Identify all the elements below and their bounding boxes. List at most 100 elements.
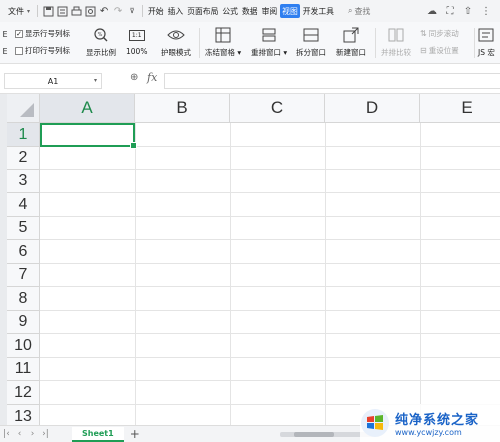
zoom-button[interactable]: % 显示比例	[86, 26, 116, 58]
tab-formulas[interactable]: 公式	[221, 4, 239, 18]
first-sheet-icon[interactable]: |‹	[0, 429, 13, 439]
export-icon[interactable]	[83, 4, 97, 18]
ribbon-edge: E E	[0, 26, 10, 60]
spreadsheet-grid[interactable]: A B C D E 1 2 3 4 5 6 7 8 9 10 11 12 13	[0, 94, 500, 425]
print-row-col-checkbox[interactable]: 打印行号列标	[15, 45, 70, 56]
tab-view[interactable]: 视图	[280, 4, 300, 18]
divider	[199, 28, 200, 58]
svg-text:%: %	[98, 32, 103, 38]
redo-icon[interactable]: ↷	[111, 4, 125, 18]
js-macro-icon	[478, 26, 494, 44]
tab-page-layout[interactable]: 页面布局	[186, 4, 219, 18]
side-by-side-button[interactable]: 并排比较	[381, 26, 411, 58]
row-header-10[interactable]: 10	[7, 334, 40, 358]
split-window-icon	[303, 26, 319, 44]
add-sheet-button[interactable]: +	[130, 427, 140, 441]
zoom-100-button[interactable]: 1:1 100%	[126, 26, 147, 56]
sheet-tab-sheet1[interactable]: Sheet1	[72, 426, 124, 442]
checkbox-empty-icon	[15, 46, 23, 55]
formula-bar: A1 ▾ ⊕ fx	[0, 64, 500, 94]
row-header-12[interactable]: 12	[7, 381, 40, 405]
cloud-sync-icon[interactable]: ☁	[426, 5, 438, 17]
row-header-11[interactable]: 11	[7, 358, 40, 381]
file-menu-label: 文件	[8, 6, 24, 16]
tab-developer[interactable]: 开发工具	[302, 4, 335, 18]
last-sheet-icon[interactable]: ›|	[39, 429, 52, 439]
eye-icon	[167, 26, 185, 44]
print-row-col-label: 打印行号列标	[25, 46, 70, 55]
tab-review[interactable]: 审阅	[261, 4, 279, 18]
rearrange-window-button[interactable]: 重排窗口 ▾	[251, 26, 287, 58]
search-box[interactable]: ⌕ 查找	[348, 6, 370, 17]
left-edge-strip	[0, 94, 7, 425]
formula-input[interactable]	[164, 73, 500, 89]
row-header-3[interactable]: 3	[7, 170, 40, 193]
share-icon[interactable]: ⇧	[462, 5, 474, 17]
watermark-title: 纯净系统之家	[395, 413, 480, 428]
freeze-panes-button[interactable]: 冻结窗格 ▾	[205, 26, 241, 58]
column-header-e[interactable]: E	[420, 94, 500, 123]
customize-quick-access-icon[interactable]: ⊽	[125, 4, 139, 18]
row-header-5[interactable]: 5	[7, 217, 40, 240]
row-header-8[interactable]: 8	[7, 287, 40, 311]
zoom-formula-icon[interactable]: ⊕	[130, 72, 138, 83]
watermark-text: 纯净系统之家 www.ycwjzy.com	[395, 409, 479, 437]
row-header-13[interactable]: 13	[7, 405, 40, 425]
row-header-6[interactable]: 6	[7, 240, 40, 264]
ribbon-view: E E ✓ 显示行号列标 打印行号列标 % 显示比例 1:1 100% 护眼模式…	[0, 22, 500, 64]
eye-protect-button[interactable]: 护眼模式	[161, 26, 191, 58]
active-cell-a1[interactable]	[40, 123, 137, 149]
chevron-down-icon: ▾	[93, 77, 97, 84]
next-sheet-icon[interactable]: ›	[26, 429, 39, 439]
collaborate-icon[interactable]: ⛶	[444, 5, 456, 17]
zoom-label: 显示比例	[86, 48, 116, 57]
undo-icon[interactable]: ↶	[97, 4, 111, 18]
new-window-button[interactable]: 新建窗口	[336, 26, 366, 58]
zoom-icon: %	[93, 26, 109, 44]
sync-scroll-button[interactable]: ⇅ 同步滚动	[420, 28, 459, 39]
row-gridline	[40, 357, 500, 358]
print-preview-icon[interactable]	[55, 4, 69, 18]
site-watermark: 纯净系统之家 www.ycwjzy.com	[360, 404, 500, 442]
sync-scroll-icon: ⇅	[420, 29, 427, 38]
row-header-4[interactable]: 4	[7, 193, 40, 217]
tab-insert[interactable]: 插入	[167, 4, 185, 18]
insert-function-icon[interactable]: fx	[147, 71, 157, 84]
column-header-b[interactable]: B	[135, 94, 230, 123]
ribbon-edge-bottom: E	[2, 47, 8, 56]
tab-home[interactable]: 开始	[147, 4, 165, 18]
js-macro-button[interactable]: JS 宏	[478, 26, 495, 58]
tab-data[interactable]: 数据	[241, 4, 259, 18]
row-header-1[interactable]: 1	[7, 123, 40, 147]
side-by-side-icon	[388, 26, 404, 44]
show-row-col-checkbox[interactable]: ✓ 显示行号列标	[15, 28, 70, 39]
save-icon[interactable]	[41, 4, 55, 18]
prev-sheet-icon[interactable]: ‹	[13, 429, 26, 439]
split-window-button[interactable]: 拆分窗口	[296, 26, 326, 58]
divider	[37, 5, 39, 17]
actual-size-icon: 1:1	[128, 26, 145, 44]
file-menu[interactable]: 文件 ▾	[0, 6, 34, 17]
search-icon: ⌕	[347, 6, 353, 15]
more-icon[interactable]: ⋮	[480, 5, 492, 17]
column-header-c[interactable]: C	[230, 94, 325, 123]
row-header-7[interactable]: 7	[7, 264, 40, 287]
show-row-col-label: 显示行号列标	[25, 29, 70, 38]
row-header-2[interactable]: 2	[7, 147, 40, 170]
name-box[interactable]: A1 ▾	[4, 73, 102, 89]
eye-protect-label: 护眼模式	[161, 48, 191, 57]
row-gridline	[40, 216, 500, 217]
row-gridline	[40, 192, 500, 193]
row-gridline	[40, 310, 500, 311]
row-gridline	[40, 239, 500, 240]
column-header-a[interactable]: A	[40, 94, 135, 123]
select-all-corner[interactable]	[7, 94, 40, 123]
print-icon[interactable]	[69, 4, 83, 18]
reset-position-button[interactable]: ⊟ 重设位置	[420, 45, 459, 56]
column-header-d[interactable]: D	[325, 94, 420, 123]
divider	[474, 28, 475, 58]
divider	[142, 5, 144, 17]
rearrange-window-icon	[261, 26, 277, 44]
chevron-down-icon: ▾	[27, 7, 31, 15]
row-header-9[interactable]: 9	[7, 311, 40, 334]
